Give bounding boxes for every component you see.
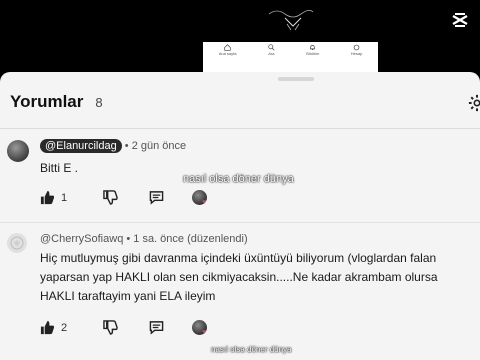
comment-1-line: Bitti E .	[40, 161, 79, 175]
bell-icon	[310, 45, 316, 50]
comment-2-author[interactable]: @CherrySofiawq	[40, 233, 123, 245]
preview-nav-label: Ana sayfa	[218, 51, 237, 56]
reply-icon	[149, 191, 164, 205]
comment-2-time: • 1 sa. önce (düzenlendi)	[126, 233, 248, 245]
comment-2-meta: @CherrySofiawq • 1 sa. önce (düzenlendi)	[40, 233, 248, 245]
comment-2-avatar[interactable]	[7, 233, 27, 253]
comment-1-time: • 2 gün önce	[124, 140, 187, 152]
thumbs-up-icon	[40, 320, 55, 335]
comments-count: 8	[95, 95, 103, 110]
video-caption-overlay: nasıl olsa döner dünya	[183, 173, 294, 185]
comment-2-like-button[interactable]: 2	[40, 320, 67, 335]
preview-nav-bell: Bildirim	[306, 44, 319, 70]
preview-nav-label: Ara	[268, 51, 275, 56]
preview-logo-graphic	[268, 10, 314, 31]
comment-2-line: Hiç mutluymuş gibi davranma içindeki üxü…	[40, 251, 437, 265]
comment-2-line: HAKLI taraftayim yani ELA ileyim	[40, 289, 216, 303]
comment-1-author[interactable]: @Elanurcildag	[40, 139, 122, 153]
preview-dark-area	[203, 0, 378, 42]
settings-gear-icon[interactable]	[468, 94, 480, 112]
preview-nav-label: Hesap	[350, 51, 363, 56]
comments-header: Yorumlar 8	[10, 92, 103, 112]
preview-bottom-nav: Ana sayfa Ara Bildirim Hesap	[203, 44, 378, 70]
comment-1-like-count: 1	[61, 191, 68, 204]
preview-nav-search: Ara	[268, 44, 275, 70]
comment-2-creator-heart: ♥	[192, 320, 208, 336]
search-icon	[268, 44, 275, 51]
creator-avatar: ♥	[192, 320, 208, 336]
comment-2-text: Hiç mutluymuş gibi davranma içindeki üxü…	[40, 249, 438, 306]
capcut-logo-icon	[452, 13, 468, 27]
heart-icon: ♥	[202, 199, 207, 206]
comment-1-creator-heart: ♥	[192, 190, 208, 206]
preview-nav-profile: Hesap	[350, 44, 363, 70]
reply-icon	[149, 321, 164, 335]
comments-title: Yorumlar	[10, 92, 84, 111]
video-area: Ana sayfa Ara Bildirim Hesap	[0, 0, 480, 80]
comment-1-reply-button[interactable]	[149, 190, 164, 205]
profile-icon	[353, 44, 360, 51]
comment-1-meta: @Elanurcildag • 2 gün önce	[40, 139, 187, 153]
thumbs-up-icon	[40, 190, 55, 205]
comment-1-avatar[interactable]	[7, 140, 29, 162]
comment-1-text: Bitti E .	[40, 159, 78, 178]
flower-avatar-icon	[10, 236, 24, 250]
comment-2-reply-button[interactable]	[149, 320, 164, 335]
preview-nav-home: Ana sayfa	[218, 44, 237, 70]
comments-sheet: Yorumlar 8 @Elanurcildag • 2 gün önce Bi…	[0, 72, 480, 360]
thumbs-down-icon	[103, 190, 118, 205]
video-watermark-overlay: nasıl olsa döner dünya	[211, 345, 292, 354]
comment-divider	[0, 222, 480, 223]
video-preview: Ana sayfa Ara Bildirim Hesap	[203, 0, 378, 72]
thumbs-down-icon	[103, 320, 118, 335]
creator-avatar: ♥	[192, 190, 208, 206]
home-icon	[224, 44, 231, 51]
header-divider	[0, 128, 480, 129]
comment-1-dislike-button[interactable]	[103, 190, 118, 205]
heart-icon: ♥	[202, 329, 207, 336]
comment-1-like-button[interactable]: 1	[40, 190, 67, 205]
preview-nav-label: Bildirim	[306, 51, 320, 56]
comment-1-actions: 1 ♥	[40, 190, 208, 206]
comment-2-like-count: 2	[61, 321, 68, 334]
comment-2-line: yaparsan yap HAKLI olan sen cikmiyacaksi…	[40, 270, 438, 284]
comment-2-dislike-button[interactable]	[103, 320, 118, 335]
comment-2-actions: 2 ♥	[40, 320, 208, 336]
sheet-drag-handle[interactable]	[278, 77, 314, 81]
